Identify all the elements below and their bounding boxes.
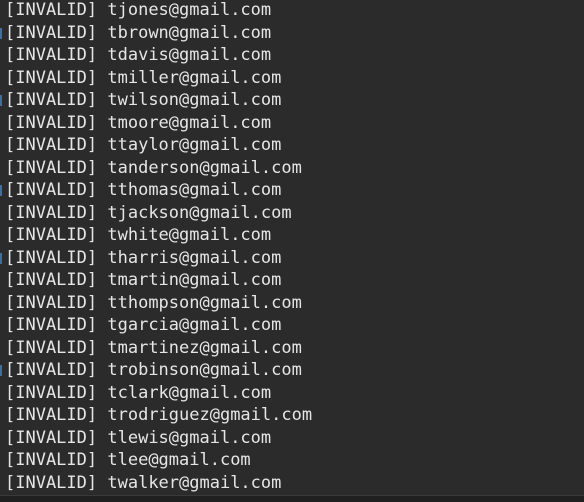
status-tag: [INVALID] [5, 22, 98, 43]
output-line: [INVALID] tjones@gmail.com [0, 0, 584, 22]
status-tag: [INVALID] [5, 405, 98, 425]
email-address: tdavis@gmail.com [107, 45, 272, 65]
email-address: tgarcia@gmail.com [107, 315, 282, 335]
email-address: tthomas@gmail.com [107, 180, 282, 200]
output-line: [INVALID] tmartinez@gmail.com [0, 337, 584, 360]
email-address: tjones@gmail.com [107, 0, 272, 20]
status-tag: [INVALID] [5, 382, 98, 403]
email-address: twilson@gmail.com [107, 90, 282, 110]
output-line: [INVALID] tharris@gmail.com [0, 247, 584, 270]
email-address: tharris@gmail.com [107, 247, 282, 268]
status-tag: [INVALID] [5, 90, 98, 110]
email-address: trodriguez@gmail.com [107, 405, 313, 425]
email-address: tclark@gmail.com [107, 382, 272, 403]
output-line: [INVALID] twhite@gmail.com [0, 224, 584, 247]
output-line: [INVALID] tmartin@gmail.com [0, 269, 584, 292]
status-tag: [INVALID] [5, 112, 98, 133]
output-line: [INVALID] trobinson@gmail.com [0, 359, 584, 382]
gutter-marker [0, 95, 2, 106]
status-tag: [INVALID] [5, 450, 98, 470]
status-tag: [INVALID] [5, 427, 98, 448]
status-tag: [INVALID] [5, 247, 98, 268]
output-line: [INVALID] tlewis@gmail.com [0, 427, 584, 450]
email-address: tlee@gmail.com [107, 450, 251, 470]
email-address: tlewis@gmail.com [107, 427, 272, 448]
output-line: [INVALID] tdavis@gmail.com [0, 44, 584, 67]
output-line: [INVALID] tanderson@gmail.com [0, 157, 584, 180]
status-tag: [INVALID] [5, 0, 98, 20]
output-line: [INVALID] twalker@gmail.com [0, 472, 584, 495]
status-tag: [INVALID] [5, 270, 98, 290]
terminal-window[interactable]: [INVALID] tjones@gmail.com [INVALID] tbr… [0, 0, 584, 502]
output-line: [INVALID] tmiller@gmail.com [0, 67, 584, 90]
email-address: tjackson@gmail.com [107, 202, 292, 223]
gutter-marker [0, 252, 2, 264]
output-line: [INVALID] tgarcia@gmail.com [0, 314, 584, 337]
gutter-marker [0, 365, 2, 376]
email-address: ttaylor@gmail.com [107, 135, 282, 155]
output-line: [INVALID] twilson@gmail.com [0, 89, 584, 112]
gutter-marker [0, 27, 2, 39]
email-address: tmartin@gmail.com [107, 270, 282, 290]
status-tag: [INVALID] [5, 135, 98, 155]
output-line: [INVALID] trodriguez@gmail.com [0, 404, 584, 427]
status-tag: [INVALID] [5, 337, 98, 358]
output-line: [INVALID] tclark@gmail.com [0, 382, 584, 405]
terminal-bottom-edge [0, 495, 584, 502]
status-tag: [INVALID] [5, 202, 98, 223]
status-tag: [INVALID] [5, 292, 98, 313]
status-tag: [INVALID] [5, 360, 98, 380]
email-address: tmoore@gmail.com [107, 112, 272, 133]
output-line: [INVALID] tbrown@gmail.com [0, 22, 584, 45]
output-line: [INVALID] tthomas@gmail.com [0, 179, 584, 202]
email-address: tmartinez@gmail.com [107, 337, 302, 358]
status-tag: [INVALID] [5, 45, 98, 65]
status-tag: [INVALID] [5, 225, 98, 245]
output-line: [INVALID] tlee@gmail.com [0, 449, 584, 472]
status-tag: [INVALID] [5, 157, 98, 178]
email-address: tmiller@gmail.com [107, 67, 282, 88]
email-address: tbrown@gmail.com [107, 22, 272, 43]
terminal-output: [INVALID] tjones@gmail.com [INVALID] tbr… [0, 0, 584, 494]
email-address: trobinson@gmail.com [107, 360, 302, 380]
status-tag: [INVALID] [5, 67, 98, 88]
email-address: tanderson@gmail.com [107, 157, 302, 178]
status-tag: [INVALID] [5, 472, 98, 493]
output-line: [INVALID] tmoore@gmail.com [0, 112, 584, 135]
email-address: tthompson@gmail.com [107, 292, 302, 313]
output-line: [INVALID] tthompson@gmail.com [0, 292, 584, 315]
status-tag: [INVALID] [5, 315, 98, 335]
gutter-marker [0, 185, 2, 196]
status-tag: [INVALID] [5, 180, 98, 200]
output-line: [INVALID] ttaylor@gmail.com [0, 134, 584, 157]
email-address: twhite@gmail.com [107, 225, 272, 245]
output-line: [INVALID] tjackson@gmail.com [0, 202, 584, 225]
email-address: twalker@gmail.com [107, 472, 282, 493]
